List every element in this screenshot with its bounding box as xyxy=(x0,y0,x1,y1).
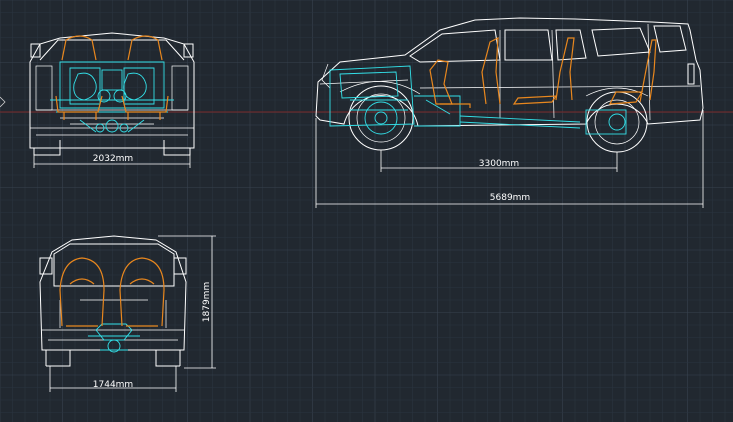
rear-view: 1744mm 1879mm xyxy=(39,235,216,392)
rear-width-label: 1744mm xyxy=(93,380,133,390)
rear-body-outline xyxy=(39,235,187,367)
height-dimension: 1879mm xyxy=(158,235,216,369)
cad-drawing-canvas[interactable]: 2032mm 3300mm 5689mm 1744mm 1879mm xyxy=(0,0,733,422)
side-body-outline xyxy=(315,17,704,153)
rear-mechanical xyxy=(88,323,140,353)
front-width-label: 2032mm xyxy=(93,154,133,164)
background-grid xyxy=(0,0,733,422)
wheelbase-dimension: 3300mm xyxy=(380,150,618,172)
front-view: 2032mm xyxy=(29,32,195,168)
front-seats xyxy=(55,35,169,120)
side-seats xyxy=(429,36,657,108)
cad-drawing: 2032mm 3300mm 5689mm 1744mm 1879mm xyxy=(0,0,733,422)
wheelbase-label: 3300mm xyxy=(479,159,519,169)
front-mechanical xyxy=(50,61,174,133)
length-label: 5689mm xyxy=(490,193,530,203)
side-view: 3300mm 5689mm xyxy=(315,17,704,208)
front-width-dimension: 2032mm xyxy=(33,148,191,168)
ucs-marker xyxy=(0,96,6,108)
rear-seats xyxy=(59,257,165,327)
rear-width-dimension: 1744mm xyxy=(49,366,177,392)
front-body-outline xyxy=(29,32,195,156)
height-label: 1879mm xyxy=(202,282,212,322)
